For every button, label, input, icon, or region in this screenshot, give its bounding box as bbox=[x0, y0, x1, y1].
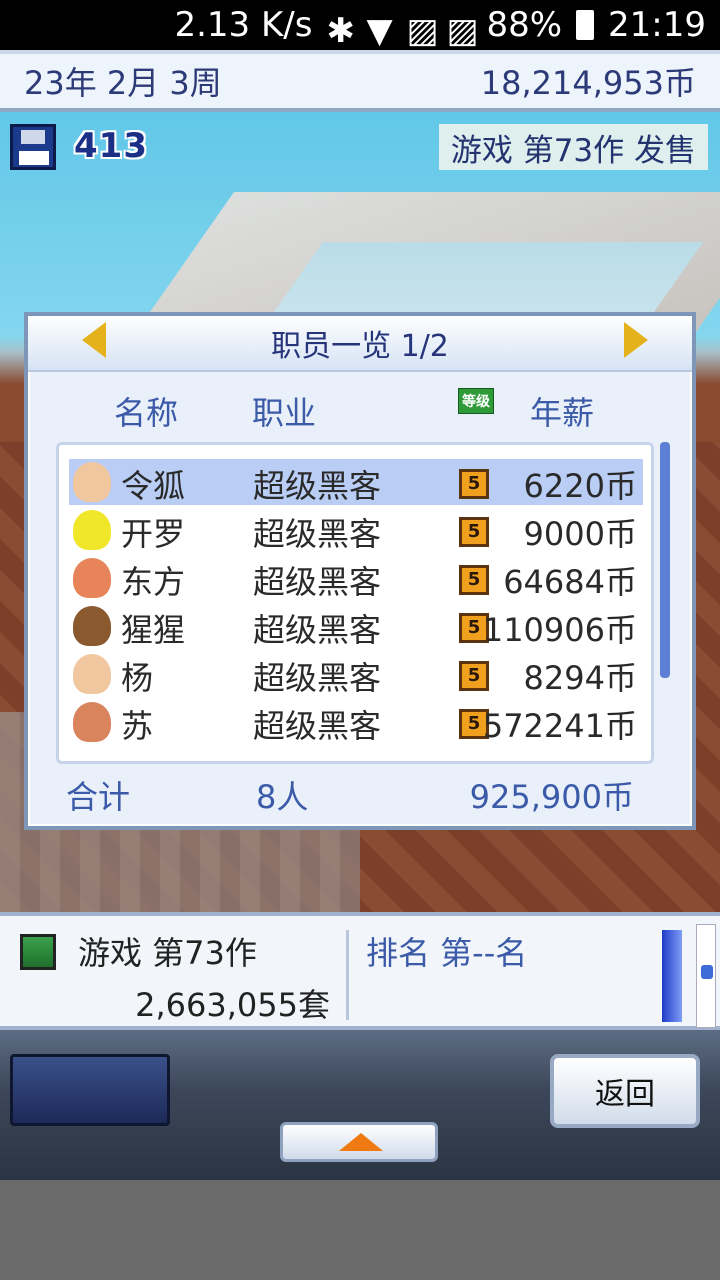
staff-job: 超级黑客 bbox=[253, 515, 382, 553]
staff-name: 开罗 bbox=[121, 515, 186, 553]
staff-avatar bbox=[73, 702, 111, 742]
staff-row[interactable]: 苏 超级黑客 5 572241币 bbox=[69, 699, 643, 745]
panel-divider bbox=[346, 930, 349, 1020]
col-level-header: 等级 bbox=[458, 388, 494, 414]
bluetooth-icon: ✱ bbox=[326, 11, 355, 51]
staff-row[interactable]: 猩猩 超级黑客 5 110906币 bbox=[69, 603, 643, 649]
staff-name: 令狐 bbox=[121, 467, 186, 505]
staff-salary: 64684币 bbox=[503, 563, 637, 601]
dialog-title: 职员一览 1/2 bbox=[271, 329, 449, 364]
staff-job: 超级黑客 bbox=[253, 659, 382, 697]
battery-percent: 88% bbox=[486, 5, 563, 45]
sales-rank: 排名 第--名 bbox=[366, 934, 528, 972]
col-salary-header: 年薪 bbox=[530, 394, 595, 432]
staff-avatar bbox=[73, 510, 111, 550]
research-points: 413 bbox=[74, 126, 148, 166]
total-count: 8人 bbox=[256, 778, 309, 816]
total-salary: 925,900币 bbox=[469, 778, 634, 816]
expand-up-arrow-icon[interactable] bbox=[280, 1122, 438, 1162]
top-info-bar: 23年 2月 3周 18,214,953币 bbox=[0, 50, 720, 112]
units-sold: 2,663,055套 bbox=[135, 986, 330, 1024]
staff-list-scrollbar[interactable] bbox=[660, 442, 670, 678]
clock: 21:19 bbox=[608, 5, 706, 45]
staff-avatar bbox=[73, 654, 111, 694]
system-nav-area bbox=[0, 1180, 720, 1280]
staff-name: 杨 bbox=[121, 659, 154, 697]
level-badge-icon: 5 bbox=[459, 469, 489, 499]
level-badge-icon: 5 bbox=[459, 661, 489, 691]
game-title: 游戏 第73作 bbox=[78, 934, 257, 972]
staff-salary: 572241币 bbox=[482, 707, 637, 745]
staff-row[interactable]: 令狐 超级黑客 5 6220币 bbox=[69, 459, 643, 505]
staff-avatar bbox=[73, 558, 111, 598]
money-total: 18,214,953币 bbox=[480, 64, 696, 102]
game-date: 23年 2月 3周 bbox=[24, 64, 222, 102]
release-notice: 游戏 第73作 发售 bbox=[438, 124, 708, 170]
column-headers: 名称 职业 等级 年薪 bbox=[28, 388, 692, 438]
prev-page-arrow-icon[interactable] bbox=[82, 322, 106, 358]
total-label: 合计 bbox=[66, 778, 131, 816]
staff-row[interactable]: 杨 超级黑客 5 8294币 bbox=[69, 651, 643, 697]
staff-avatar bbox=[73, 606, 111, 646]
staff-job: 超级黑客 bbox=[253, 707, 382, 745]
staff-list-dialog: 职员一览 1/2 名称 职业 等级 年薪 令狐 超级黑客 5 6220币 开罗 … bbox=[24, 312, 696, 830]
bottom-controls: 返回 bbox=[0, 1030, 720, 1180]
staff-salary: 8294币 bbox=[523, 659, 637, 697]
floppy-disk-icon[interactable] bbox=[10, 124, 56, 170]
level-badge-icon: 5 bbox=[459, 565, 489, 595]
staff-job: 超级黑客 bbox=[253, 611, 382, 649]
staff-avatar bbox=[73, 462, 111, 502]
staff-totals: 合计 8人 925,900币 bbox=[28, 772, 692, 822]
staff-salary: 6220币 bbox=[523, 467, 637, 505]
level-badge-icon: 5 bbox=[459, 517, 489, 547]
staff-salary: 110906币 bbox=[482, 611, 637, 649]
staff-name: 苏 bbox=[121, 707, 154, 745]
status-bar: 2.13 K/s ✱ ▼ ▨ ▨ 88% 21:19 bbox=[0, 0, 720, 51]
col-job-header: 职业 bbox=[252, 394, 317, 432]
menu-slot-button[interactable] bbox=[10, 1054, 170, 1126]
staff-job: 超级黑客 bbox=[253, 563, 382, 601]
staff-row[interactable]: 开罗 超级黑客 5 9000币 bbox=[69, 507, 643, 553]
col-name-header: 名称 bbox=[114, 394, 179, 432]
no-sim-icon-2: ▨ bbox=[446, 11, 479, 51]
staff-list[interactable]: 令狐 超级黑客 5 6220币 开罗 超级黑客 5 9000币 东方 超级黑客 … bbox=[56, 442, 654, 764]
no-sim-icon: ▨ bbox=[406, 11, 439, 51]
wifi-icon: ▼ bbox=[366, 11, 393, 51]
game-cartridge-icon bbox=[20, 934, 56, 970]
next-page-arrow-icon[interactable] bbox=[624, 322, 648, 358]
staff-name: 东方 bbox=[121, 563, 186, 601]
rank-scrollbar[interactable] bbox=[696, 924, 716, 1028]
sales-panel: 游戏 第73作 2,663,055套 排名 第--名 bbox=[0, 912, 720, 1030]
rank-bar bbox=[662, 930, 682, 1022]
battery-icon bbox=[576, 10, 595, 40]
staff-salary: 9000币 bbox=[523, 515, 637, 553]
staff-job: 超级黑客 bbox=[253, 467, 382, 505]
staff-name: 猩猩 bbox=[121, 611, 186, 649]
dialog-header: 职员一览 1/2 bbox=[28, 316, 692, 372]
scroll-thumb[interactable] bbox=[701, 965, 713, 979]
net-speed: 2.13 K/s bbox=[174, 5, 313, 45]
back-button[interactable]: 返回 bbox=[550, 1054, 700, 1128]
staff-row[interactable]: 东方 超级黑客 5 64684币 bbox=[69, 555, 643, 601]
